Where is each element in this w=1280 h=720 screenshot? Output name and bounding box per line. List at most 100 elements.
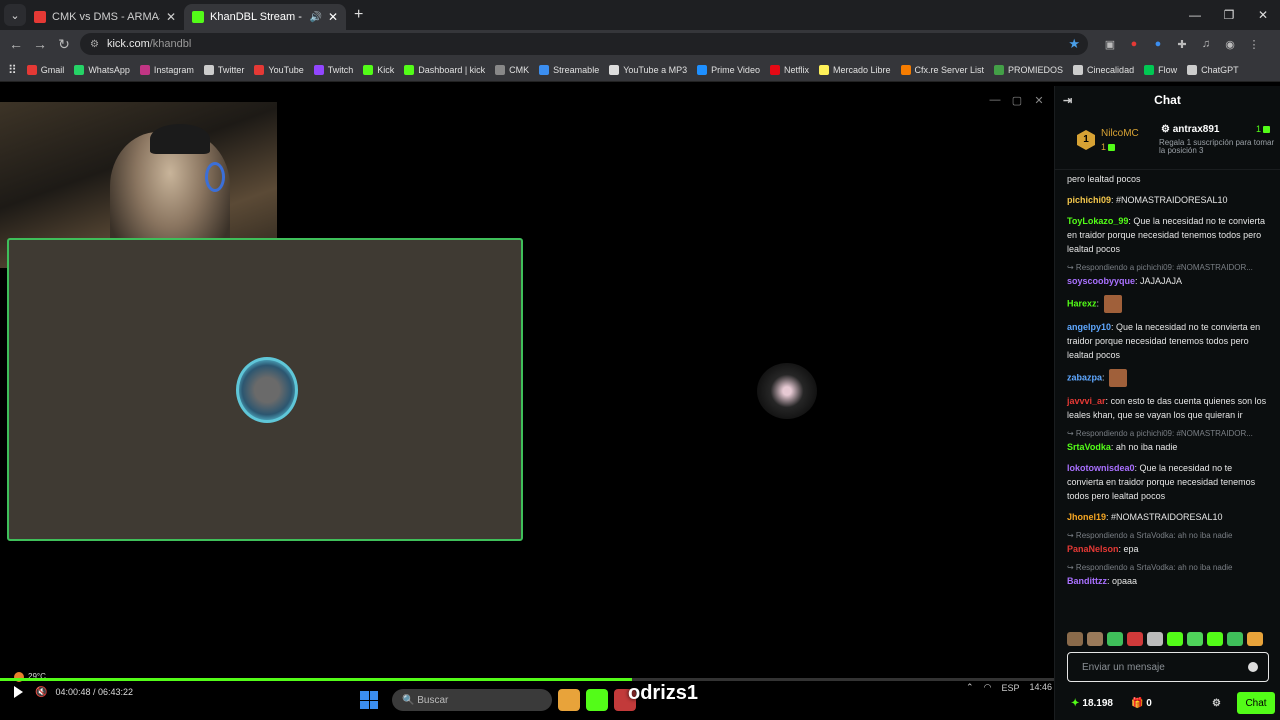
emote[interactable] <box>1067 632 1083 646</box>
play-icon[interactable] <box>14 686 23 698</box>
emote[interactable] <box>1147 632 1163 646</box>
reply-context[interactable]: ↪ Respondiendo a SrtaVodka: ah no iba na… <box>1067 563 1271 573</box>
close-icon[interactable]: ✕ <box>328 10 338 24</box>
emote[interactable] <box>1127 632 1143 646</box>
chat-username[interactable]: soyscoobyyque <box>1067 276 1135 286</box>
bookmark-item[interactable]: PROMIEDOS <box>994 64 1063 75</box>
chevron-up-icon[interactable]: ⌃ <box>966 682 974 693</box>
restore-icon[interactable]: ▢ <box>1006 94 1028 107</box>
taskbar-search[interactable]: 🔍 Buscar <box>392 689 552 711</box>
bookmark-label: Netflix <box>783 64 809 75</box>
tab-khandbl[interactable]: KhanDBL Stream - Watch Li 🔊 ✕ <box>184 4 346 30</box>
extension-icon[interactable]: ● <box>1146 38 1170 50</box>
chat-username[interactable]: zabazpa <box>1067 372 1102 382</box>
speaker-icon[interactable]: 🔊 <box>309 12 321 23</box>
emote[interactable] <box>1087 632 1103 646</box>
media-icon[interactable]: ♫ <box>1194 38 1218 50</box>
extension-icon[interactable]: ● <box>1122 38 1146 50</box>
wifi-icon[interactable]: ◠ <box>984 682 992 693</box>
bookmark-item[interactable]: YouTube a MP3 <box>609 64 687 75</box>
bookmark-item[interactable]: Twitter <box>203 64 244 75</box>
chat-username[interactable]: SrtaVodka <box>1067 442 1111 452</box>
chat-message: Jhonel19: #NOMASTRAIDORESAL10 <box>1067 510 1271 524</box>
new-tab-button[interactable]: + <box>354 6 363 24</box>
chat-username[interactable]: pichichi09 <box>1067 195 1111 205</box>
forward-icon[interactable]: → <box>28 36 52 52</box>
gift-count[interactable]: 🎁 0 <box>1131 698 1152 709</box>
bookmark-item[interactable]: YouTube <box>254 64 304 75</box>
bookmark-item[interactable]: CMK <box>495 64 529 75</box>
bookmark-item[interactable]: Streamable <box>539 64 599 75</box>
clock[interactable]: 14:46 <box>1029 682 1052 693</box>
chat-message-input[interactable]: Enviar un mensaje <box>1067 652 1269 682</box>
emote[interactable] <box>1247 632 1263 646</box>
tab-cmk[interactable]: CMK vs DMS - ARMAS LARGAS ✕ <box>26 4 184 30</box>
close-window-icon[interactable]: ✕ <box>1246 0 1280 30</box>
emote[interactable] <box>1187 632 1203 646</box>
leader-name[interactable]: ⚙ antrax891 <box>1161 124 1219 135</box>
minimize-icon[interactable]: — <box>1178 0 1212 30</box>
chat-username[interactable]: PanaNelson <box>1067 544 1119 554</box>
minimize-icon[interactable]: — <box>984 94 1006 107</box>
bookmark-label: Cinecalidad <box>1087 64 1135 75</box>
apps-icon[interactable]: ⠿ <box>8 63 17 77</box>
volume-icon[interactable]: 🔇 <box>35 687 47 698</box>
reply-context[interactable]: ↪ Respondiendo a pichichi09: #NOMASTRAID… <box>1067 263 1271 273</box>
bookmark-item[interactable]: Flow <box>1144 64 1177 75</box>
bookmark-item[interactable]: Mercado Libre <box>818 64 891 75</box>
chat-message: ToyLokazo_99: Que la necesidad no te con… <box>1067 214 1271 256</box>
back-icon[interactable]: ← <box>4 36 28 52</box>
chat-username[interactable]: Jhonel19 <box>1067 512 1106 522</box>
bookmark-item[interactable]: Prime Video <box>697 64 760 75</box>
collapse-chat-icon[interactable]: ⇥ <box>1063 94 1072 107</box>
emote[interactable] <box>1207 632 1223 646</box>
puzzle-icon[interactable]: ✚ <box>1170 38 1194 51</box>
bookmark-item[interactable]: Kick <box>363 64 394 75</box>
chat-messages: pero lealtad pocos pichichi09: #NOMASTRAI… <box>1055 172 1280 632</box>
bookmark-icon <box>254 64 265 75</box>
emoji-icon[interactable] <box>1248 662 1258 672</box>
bookmark-item[interactable]: Netflix <box>769 64 809 75</box>
emote[interactable] <box>1107 632 1123 646</box>
channel-points[interactable]: ✦ 18.198 <box>1071 698 1113 709</box>
close-icon[interactable]: ✕ <box>166 10 176 24</box>
chat-username[interactable]: angelpy10 <box>1067 322 1111 332</box>
reply-context[interactable]: ↪ Respondiendo a pichichi09: #NOMASTRAID… <box>1067 429 1271 439</box>
cast-icon[interactable]: ▣ <box>1098 38 1122 51</box>
url-input[interactable]: ⚙ kick.com/khandbl ★ <box>80 33 1088 55</box>
bookmark-item[interactable]: ChatGPT <box>1187 64 1239 75</box>
chat-message: Harexz: <box>1067 295 1271 313</box>
reply-context[interactable]: ↪ Respondiendo a SrtaVodka: ah no iba na… <box>1067 531 1271 541</box>
restore-icon[interactable]: ❐ <box>1212 0 1246 30</box>
bookmark-item[interactable]: Instagram <box>139 64 194 75</box>
profile-icon[interactable]: ◉ <box>1218 38 1242 51</box>
menu-icon[interactable]: ⋮ <box>1242 38 1266 51</box>
bookmark-item[interactable]: WhatsApp <box>74 64 130 75</box>
tab-search-icon[interactable]: ⌄ <box>4 4 26 26</box>
video-player[interactable]: — ▢ ✕ 29°C 🔇 04:00:48 / 06:43:22 <box>0 86 1054 720</box>
file-explorer-icon[interactable] <box>558 689 580 711</box>
reload-icon[interactable]: ↻ <box>52 36 76 53</box>
chat-username[interactable]: javvvi_ar <box>1067 396 1106 406</box>
site-info-icon[interactable]: ⚙ <box>90 39 99 50</box>
emote[interactable] <box>1167 632 1183 646</box>
send-chat-button[interactable]: Chat <box>1237 692 1275 714</box>
gear-icon[interactable]: ⚙ <box>1212 698 1221 709</box>
bookmark-item[interactable]: Cinecalidad <box>1073 64 1135 75</box>
chat-username[interactable]: ToyLokazo_99 <box>1067 216 1128 226</box>
chat-username[interactable]: lokotownisdea0 <box>1067 463 1135 473</box>
bookmark-star-icon[interactable]: ★ <box>1068 36 1080 52</box>
close-icon[interactable]: ✕ <box>1028 94 1050 107</box>
leader-count: 1 <box>1101 142 1116 152</box>
lang-indicator[interactable]: ESP <box>1001 683 1019 693</box>
bookmark-item[interactable]: Twitch <box>313 64 353 75</box>
bookmark-item[interactable]: Dashboard | kick <box>404 64 485 75</box>
bookmark-item[interactable]: Cfx.re Server List <box>900 64 984 75</box>
chat-username[interactable]: Bandittzz <box>1067 576 1107 586</box>
emote[interactable] <box>1227 632 1243 646</box>
windows-start-icon[interactable] <box>360 691 378 709</box>
chat-username[interactable]: Harexz <box>1067 298 1097 308</box>
leader-name[interactable]: NilcoMC <box>1101 128 1139 139</box>
bookmark-item[interactable]: Gmail <box>26 64 64 75</box>
kick-icon[interactable] <box>586 689 608 711</box>
